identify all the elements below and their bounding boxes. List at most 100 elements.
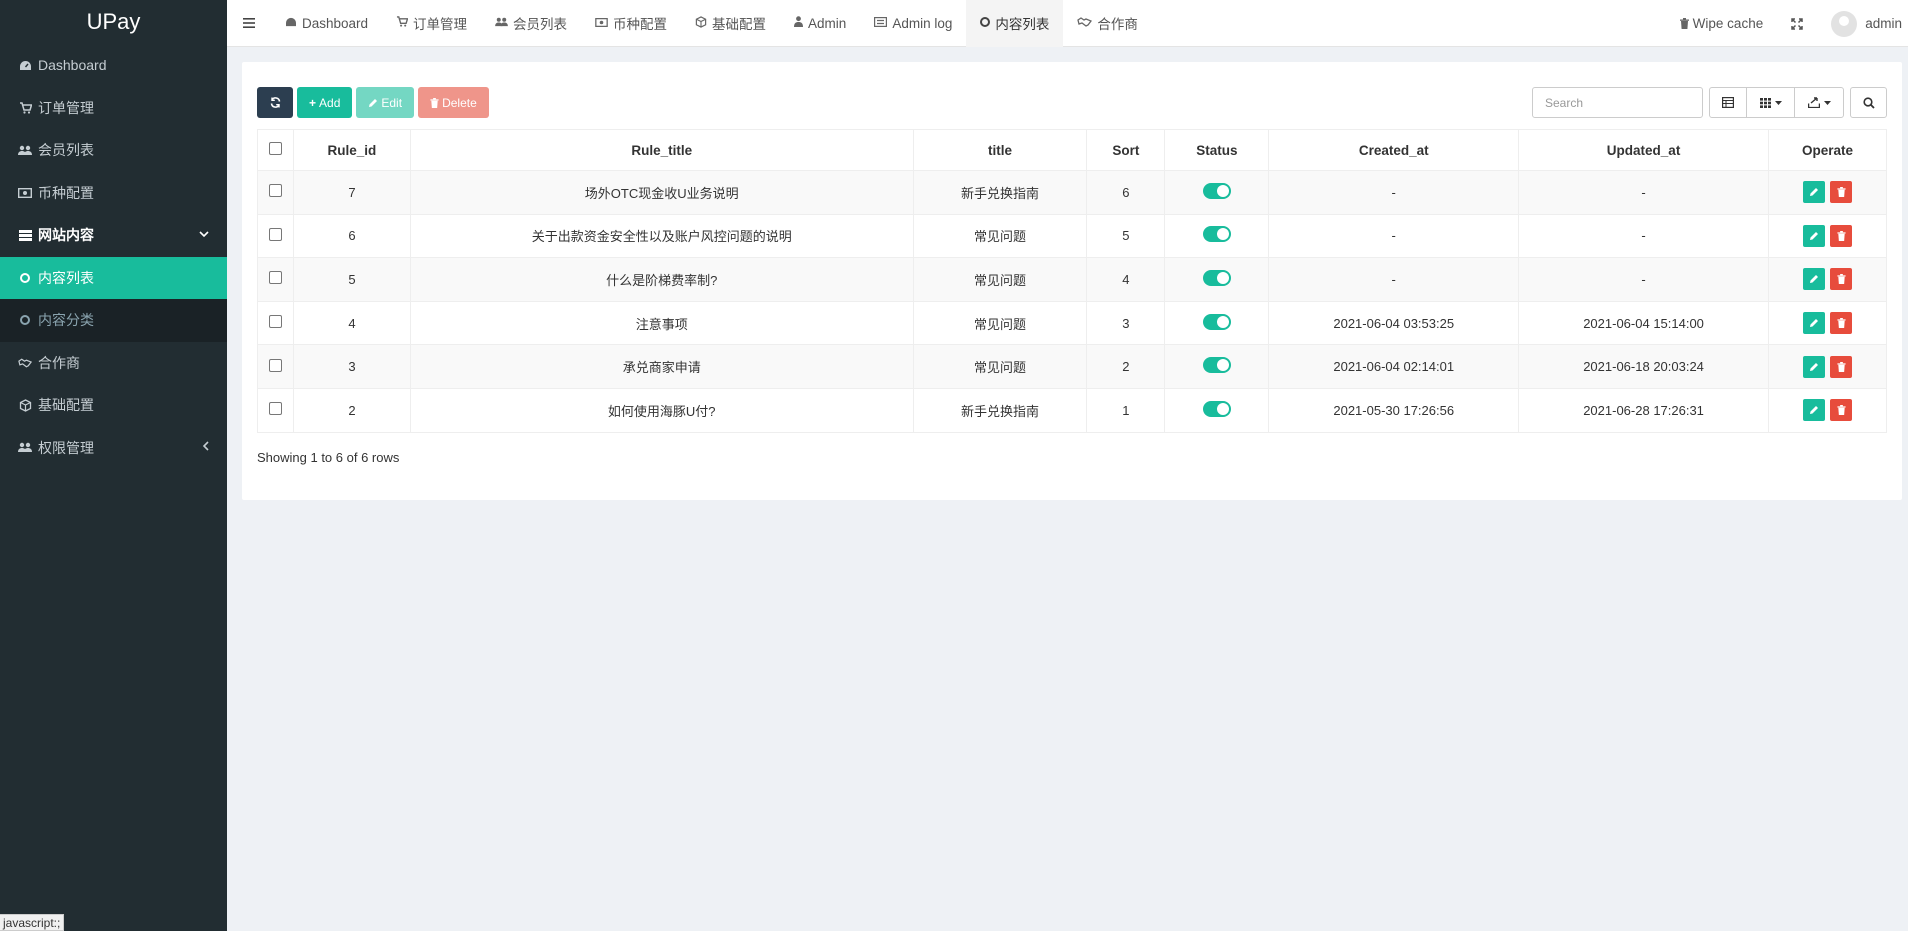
status-toggle[interactable] [1202,182,1231,199]
status-toggle[interactable] [1202,357,1231,374]
header-status[interactable]: Status [1164,129,1270,171]
row-checkbox[interactable] [268,184,282,198]
tab-admin[interactable]: Admin [780,0,860,47]
wipe-cache-label: Wipe cache [1692,16,1764,31]
toggle-view-button[interactable] [1710,88,1747,117]
table-row[interactable]: 7 场外OTC现金收U业务说明 新手兑换指南 6 - - [257,170,1888,215]
fullscreen-button[interactable] [1777,0,1817,47]
user-icon [794,16,804,30]
select-all-checkbox[interactable] [268,142,282,155]
sidebar-item-basic-config[interactable]: 基础配置 [0,384,227,427]
sidebar-item-content-list[interactable]: 内容列表 [0,256,227,299]
delete-label: Delete [442,95,477,110]
row-checkbox[interactable] [268,227,282,241]
header-updated-at[interactable]: Updated_at [1518,129,1769,171]
tab-basic-config[interactable]: 基础配置 [681,0,780,47]
header-rule-title[interactable]: Rule_title [409,129,914,171]
cell-updated-at: 2021-06-28 17:26:31 [1518,387,1769,433]
table-row[interactable]: 4 注意事项 常见问题 3 2021-06-04 03:53:25 2021-0… [257,300,1888,346]
cell-rule-title: 承兑商家申请 [409,344,914,389]
cell-rule-title: 什么是阶梯费率制? [409,257,914,302]
tab-content-list[interactable]: 内容列表 [966,0,1064,47]
tab-members[interactable]: 会员列表 [481,0,581,47]
row-edit-button[interactable] [1802,399,1825,422]
pagination-summary: Showing 1 to 6 of 6 rows [257,450,400,465]
tab-label: Dashboard [302,15,369,31]
menu-toggle-icon[interactable] [227,0,271,47]
row-delete-button[interactable] [1830,268,1853,291]
status-toggle[interactable] [1202,400,1231,417]
cart-icon [396,16,409,30]
status-toggle[interactable] [1202,313,1231,330]
table-row[interactable]: 5 什么是阶梯费率制? 常见问题 4 - - [257,257,1888,302]
columns-dropdown-button[interactable] [1747,88,1795,117]
sidebar-item-label: 会员列表 [38,142,94,159]
header-title[interactable]: title [912,129,1088,171]
header-created-at[interactable]: Created_at [1268,129,1520,171]
edit-button[interactable]: Edit [356,87,415,118]
cell-operate [1767,170,1888,215]
tab-dashboard[interactable]: Dashboard [271,0,382,47]
cell-updated-at: 2021-06-18 20:03:24 [1518,344,1769,389]
sidebar-item-currency[interactable]: 币种配置 [0,172,227,215]
trash-icon [1679,18,1689,29]
refresh-button[interactable] [257,87,293,118]
row-delete-button[interactable] [1830,399,1853,422]
row-delete-button[interactable] [1830,355,1853,378]
sidebar-item-members[interactable]: 会员列表 [0,129,227,172]
header-sort[interactable]: Sort [1086,129,1166,171]
row-edit-button[interactable] [1802,181,1825,204]
trash-icon [1837,230,1846,241]
row-edit-button[interactable] [1802,312,1825,335]
sidebar-item-dashboard[interactable]: Dashboard [0,44,227,87]
app-logo[interactable]: UPay [0,0,227,44]
sidebar-item-content-category[interactable]: 内容分类 [0,299,227,342]
add-button[interactable]: + Add [297,87,353,118]
row-checkbox[interactable] [268,271,282,285]
row-delete-button[interactable] [1830,224,1853,247]
circle-icon [980,16,991,30]
avatar [1831,10,1858,37]
delete-button[interactable]: Delete [418,87,489,118]
row-delete-button[interactable] [1830,312,1853,335]
table-row[interactable]: 3 承兑商家申请 常见问题 2 2021-06-04 02:14:01 2021… [257,344,1888,389]
table-right-tools [1532,87,1887,118]
export-dropdown-button[interactable] [1795,88,1843,117]
wipe-cache-button[interactable]: Wipe cache [1666,0,1778,47]
table-row[interactable]: 2 如何使用海豚U付? 新手兑换指南 1 2021-05-30 17:26:56… [257,387,1888,433]
sidebar-item-permissions[interactable]: 权限管理 [0,427,227,470]
table-row[interactable]: 6 关于出款资金安全性以及账户风控问题的说明 常见问题 5 - - [257,213,1888,259]
row-checkbox[interactable] [268,358,282,372]
content-table: Rule_id Rule_title title Sort Status Cre… [257,129,1888,433]
user-menu[interactable]: admin [1817,0,1908,47]
list-icon [18,228,32,242]
cell-title: 新手兑换指南 [912,170,1088,215]
tab-admin-log[interactable]: Admin log [860,0,966,47]
row-edit-button[interactable] [1802,224,1825,247]
sidebar-item-website-content[interactable]: 网站内容 [0,214,227,257]
tab-currency[interactable]: 币种配置 [581,0,681,47]
search-input[interactable] [1532,87,1703,118]
advanced-search-button[interactable] [1850,87,1887,118]
row-delete-button[interactable] [1830,181,1853,204]
users-icon [18,143,32,157]
status-toggle[interactable] [1202,226,1231,243]
row-edit-button[interactable] [1802,355,1825,378]
cell-rule-title: 注意事项 [409,300,914,346]
table-header-row: Rule_id Rule_title title Sort Status Cre… [257,129,1888,171]
cell-rule-title: 如何使用海豚U付? [409,387,914,433]
sidebar-item-partners[interactable]: 合作商 [0,342,227,385]
header-rule-id[interactable]: Rule_id [292,129,411,171]
cell-updated-at: - [1518,170,1769,215]
tab-partners[interactable]: 合作商 [1063,0,1152,47]
tab-orders[interactable]: 订单管理 [382,0,481,47]
row-edit-button[interactable] [1802,268,1825,291]
cell-operate [1767,213,1888,259]
cell-created-at: - [1268,257,1520,302]
row-checkbox[interactable] [268,315,282,329]
edit-label: Edit [381,95,403,110]
cell-operate [1767,257,1888,302]
row-checkbox[interactable] [268,402,282,416]
status-toggle[interactable] [1202,269,1231,286]
sidebar-item-orders[interactable]: 订单管理 [0,87,227,130]
